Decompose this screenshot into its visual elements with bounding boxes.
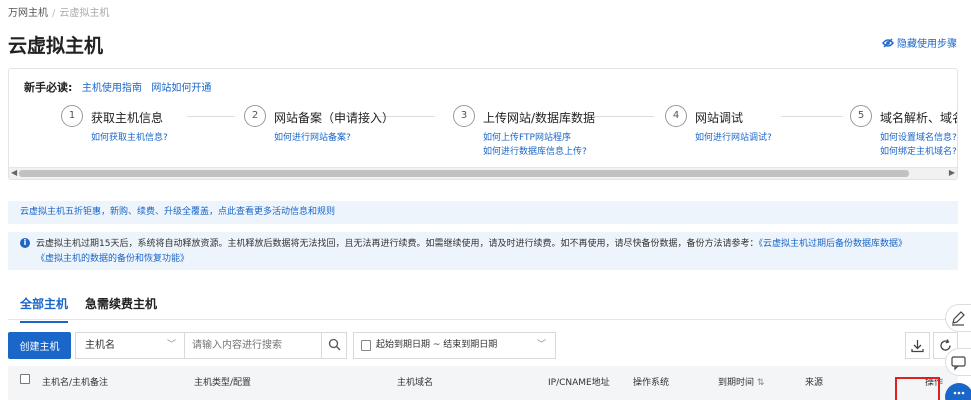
- notice-link-db-backup[interactable]: 《云虚拟主机过期后备份数据库数据》: [758, 239, 907, 249]
- guide-heading: 新手必读: 主机使用指南 网站如何开通: [24, 81, 212, 94]
- highlight-box: [895, 377, 940, 400]
- promo-banner[interactable]: 云虚拟主机五折钜惠，新购、续费、升级全覆盖，点此查看更多活动信息和规则: [8, 201, 958, 224]
- breadcrumb-current: 云虚拟主机: [59, 8, 110, 19]
- col-domain: 主机域名: [397, 378, 434, 388]
- date-range-picker[interactable]: 起始到期日期 ~ 结束到期日期 ﹀: [353, 332, 556, 359]
- notice-text: 云虚拟主机过期15天后，系统将自动释放资源。主机释放后数据将无法找回，且无法再进…: [36, 239, 759, 249]
- download-button[interactable]: [905, 332, 930, 359]
- col-hostname: 主机名/主机备注: [42, 378, 109, 388]
- guide-link-usage[interactable]: 主机使用指南: [82, 83, 142, 94]
- chevron-down-icon: ﹀: [166, 340, 176, 350]
- tab-bar: 全部主机 急需续费主机: [8, 290, 958, 323]
- table-header: 主机名/主机备注 主机类型/配置 主机域名 IP/CNAME地址 操作系统 到期…: [8, 366, 958, 400]
- step-link[interactable]: 如何进行网站备案?: [274, 130, 351, 143]
- scrollbar-thumb[interactable]: [19, 170, 909, 177]
- col-host-type: 主机类型/配置: [194, 378, 252, 388]
- step-link[interactable]: 如何设置域名信息?: [880, 130, 957, 143]
- search-icon: [328, 338, 340, 350]
- info-icon: i: [20, 238, 30, 248]
- hide-steps-link[interactable]: 隐藏使用步骤: [882, 35, 957, 50]
- chat-icon: [953, 391, 965, 395]
- feedback-edit-button[interactable]: [945, 304, 971, 332]
- sort-icon[interactable]: ⇅: [757, 378, 765, 388]
- create-host-button[interactable]: 创建主机: [8, 332, 71, 359]
- step-link[interactable]: 如何绑定主机域名?: [880, 144, 957, 157]
- chevron-down-icon: ﹀: [536, 340, 546, 350]
- notice-link-backup-restore[interactable]: 《虚拟主机的数据的备份和恢复功能》: [36, 254, 189, 264]
- step-link[interactable]: 如何获取主机信息?: [91, 130, 168, 143]
- edit-icon: [952, 311, 965, 326]
- search-button[interactable]: [321, 332, 347, 359]
- breadcrumb: 万网主机 / 云虚拟主机: [8, 8, 110, 19]
- guide-card: 新手必读: 主机使用指南 网站如何开通 1 获取主机信息 如何获取主机信息? 2…: [8, 68, 958, 180]
- col-ip: IP/CNAME地址: [548, 378, 610, 388]
- scroll-left-icon[interactable]: ◀: [11, 168, 17, 177]
- eye-off-icon: [882, 38, 894, 47]
- search-input[interactable]: [184, 332, 322, 359]
- select-all-checkbox[interactable]: [20, 374, 30, 384]
- col-os: 操作系统: [633, 378, 670, 388]
- hide-steps-label: 隐藏使用步骤: [897, 39, 957, 50]
- breadcrumb-root[interactable]: 万网主机: [8, 8, 48, 19]
- col-source: 来源: [805, 378, 824, 388]
- guide-link-open-site[interactable]: 网站如何开通: [151, 83, 211, 94]
- horizontal-scrollbar[interactable]: ◀ ▶: [9, 167, 957, 179]
- tab-all-hosts[interactable]: 全部主机: [20, 295, 69, 323]
- page-title: 云虚拟主机: [8, 35, 104, 57]
- filter-select[interactable]: 主机名 ﹀: [75, 332, 185, 359]
- chat-icon: [951, 356, 966, 371]
- expiry-notice: i 云虚拟主机过期15天后，系统将自动释放资源。主机释放后数据将无法找回，且无法…: [8, 232, 958, 270]
- tab-renewal-urgent[interactable]: 急需续费主机: [85, 295, 157, 312]
- col-expiry[interactable]: 到期时间 ⇅: [718, 375, 764, 388]
- support-button[interactable]: [945, 383, 971, 400]
- step-link[interactable]: 如何上传FTP网站程序: [483, 130, 571, 143]
- calendar-icon: [361, 340, 371, 351]
- scroll-right-icon[interactable]: ▶: [949, 168, 955, 177]
- step-link[interactable]: 如何进行数据库信息上传?: [483, 144, 587, 157]
- chat-button[interactable]: [945, 348, 971, 376]
- download-icon: [911, 340, 924, 353]
- step-link[interactable]: 如何进行网站调试?: [695, 130, 772, 143]
